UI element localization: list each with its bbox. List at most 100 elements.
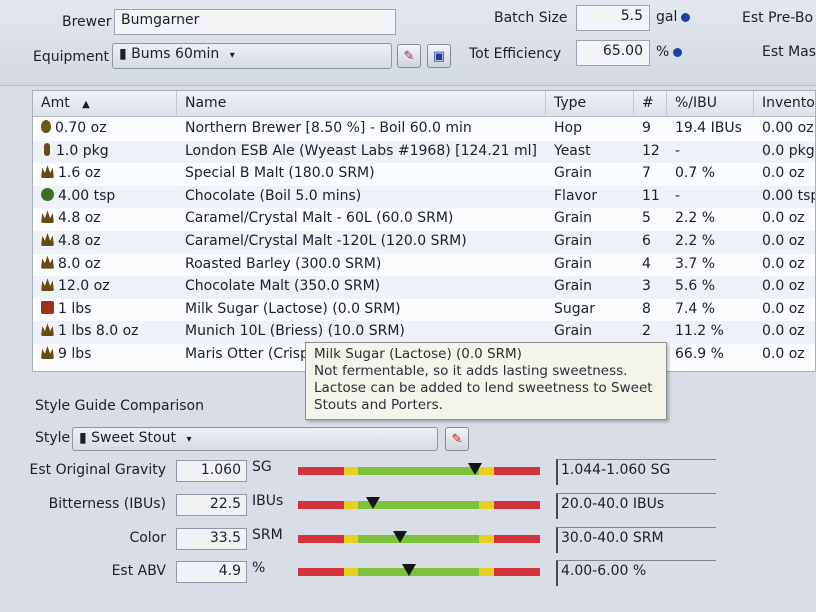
tooltip-title: Milk Sugar (Lactose) (0.0 SRM) (314, 346, 522, 362)
cell-inventory: 0.0 pkg (762, 142, 815, 159)
style-row-unit: % (252, 560, 266, 576)
cell-name: Caramel/Crystal Malt - 60L (60.0 SRM) (185, 210, 454, 227)
table-row[interactable]: 1.0 pkg London ESB Ale (Wyeast Labs #1968… (33, 140, 815, 164)
yeast-icon (44, 142, 50, 156)
style-row-value: 33.5 (176, 528, 247, 550)
unit-toggle-icon[interactable] (673, 47, 683, 57)
tooltip-line: Lactose can be added to lend sweetness t… (314, 380, 653, 396)
cell-number: 6 (642, 233, 651, 249)
cell-name: Munich 10L (Briess) (10.0 SRM) (185, 323, 405, 340)
column-header-amt[interactable]: Amt ▲ (41, 95, 90, 111)
edit-equipment-button[interactable]: ✎ (397, 44, 421, 68)
cell-type: Yeast (554, 142, 591, 159)
column-header-number[interactable]: # (642, 95, 654, 111)
unit-toggle-icon[interactable] (681, 12, 691, 22)
cell-inventory: 0.0 oz (762, 278, 805, 295)
ingredients-table: Amt ▲ Name Type # %/IBU Invento 0.70 oz N… (32, 90, 816, 372)
cell-number: 12 (642, 142, 660, 159)
amount-text: 4.8 oz (58, 233, 101, 249)
save-equipment-button[interactable]: ▣ (427, 44, 451, 68)
cell-type: Grain (554, 323, 592, 340)
amount-text: 0.70 oz (55, 120, 107, 136)
cell-type: Grain (554, 278, 592, 295)
style-value: Sweet Stout (91, 430, 176, 446)
cell-amt: 1 lbs 8.0 oz (41, 323, 139, 339)
tot-efficiency-label: Tot Efficiency (469, 46, 562, 62)
table-header: Amt ▲ Name Type # %/IBU Invento (33, 91, 815, 117)
grain-icon (41, 346, 54, 359)
cell-amt: 12.0 oz (41, 278, 110, 294)
tot-efficiency-input[interactable]: 65.00 (576, 40, 650, 66)
table-row[interactable]: 4.8 oz Caramel/Crystal Malt -120L (120.0 … (33, 231, 815, 254)
grain-icon (41, 323, 54, 337)
column-header-type[interactable]: Type (554, 95, 586, 111)
cell-amt: 8.0 oz (41, 255, 101, 272)
table-row[interactable]: 4.00 tsp Chocolate (Boil 5.0 mins) Flavor 1… (33, 185, 816, 209)
cell-pct-ibu: 66.9 % (675, 346, 724, 362)
cell-inventory: 0.0 oz (762, 346, 805, 362)
cell-number: 4 (642, 255, 651, 272)
batch-size-input[interactable]: 5.5 (576, 5, 650, 31)
cell-number: 2 (642, 323, 651, 340)
flavor-icon (41, 187, 54, 201)
save-icon: ▣ (432, 48, 446, 64)
cell-amt: 4.00 tsp (41, 187, 116, 204)
hop-icon (41, 120, 51, 133)
chevron-down-icon: ▾ (229, 50, 235, 61)
style-range-text: 4.00-6.00 % (556, 560, 716, 586)
cell-number: 8 (642, 300, 651, 317)
cell-amt: 1.0 pkg (41, 142, 109, 159)
table-row[interactable]: 4.8 oz Caramel/Crystal Malt - 60L (60.0 S… (33, 208, 815, 231)
cell-inventory: 0.0 oz (762, 210, 805, 227)
cell-pct-ibu: 0.7 % (675, 165, 716, 182)
table-row[interactable]: 12.0 oz Chocolate Malt (350.0 SRM) Grain 3 5… (33, 276, 815, 299)
table-row[interactable]: 1 lbs Milk Sugar (Lactose) (0.0 SRM) Sugar… (33, 299, 815, 322)
style-row-label: Est Original Gravity (29, 462, 166, 478)
cell-pct-ibu: 2.2 % (675, 233, 716, 249)
cell-name: Roasted Barley (300.0 SRM) (185, 255, 382, 272)
glass-icon: ▮ (79, 430, 87, 446)
cell-name: Chocolate Malt (350.0 SRM) (185, 278, 381, 295)
cell-type: Grain (554, 165, 592, 182)
recipe-header: Brewer Bumgarner Equipment ▮ Bums 60min … (0, 0, 816, 86)
cell-pct-ibu: 11.2 % (675, 323, 724, 340)
equipment-label: Equipment (33, 49, 109, 65)
table-row[interactable]: 1 lbs 8.0 oz Munich 10L (Briess) (10.0 SR… (33, 321, 815, 344)
style-row-value: 22.5 (176, 494, 247, 516)
brewer-input[interactable]: Bumgarner (114, 9, 396, 35)
column-header-pct-ibu[interactable]: %/IBU (675, 95, 717, 111)
amount-text: 9 lbs (58, 346, 92, 362)
style-range-text: 30.0-40.0 SRM (556, 527, 716, 553)
edit-style-button[interactable]: ✎ (445, 427, 469, 451)
table-row[interactable]: 8.0 oz Roasted Barley (300.0 SRM) Grain 4 3.… (33, 254, 815, 277)
table-row[interactable]: 1.6 oz Special B Malt (180.0 SRM) Grain 7 0.… (33, 163, 815, 186)
cell-pct-ibu: - (675, 142, 681, 159)
style-row-unit: SRM (252, 527, 283, 543)
style-range-bar (298, 535, 540, 543)
cell-inventory: 0.00 tsp (762, 187, 816, 204)
grain-icon (41, 278, 54, 292)
brewer-label: Brewer (62, 14, 112, 30)
column-header-name[interactable]: Name (185, 95, 226, 111)
grain-icon (41, 233, 54, 246)
equipment-value: Bums 60min (131, 46, 220, 62)
style-row-label: Bitterness (IBUs) (48, 496, 166, 512)
amount-text: 1 lbs (58, 300, 92, 317)
table-row[interactable]: 0.70 oz Northern Brewer [8.50 %] - Boil 6… (33, 118, 815, 141)
style-range-bar (298, 568, 540, 576)
cell-name: London ESB Ale (Wyeast Labs #1968) [124.… (185, 142, 538, 159)
cell-amt: 9 lbs (41, 346, 91, 362)
cell-number: 9 (642, 120, 651, 136)
cell-pct-ibu: 7.4 % (675, 300, 716, 317)
cell-pct-ibu: 2.2 % (675, 210, 716, 227)
column-header-inventory[interactable]: Invento (762, 95, 815, 111)
style-select[interactable]: ▮ Sweet Stout ▾ (72, 427, 438, 451)
cell-type: Flavor (554, 187, 598, 204)
style-value-marker (467, 463, 482, 475)
equipment-select[interactable]: ▮ Bums 60min ▾ (112, 43, 392, 69)
amount-text: 8.0 oz (58, 255, 101, 272)
amount-text: 4.00 tsp (58, 187, 116, 204)
grain-icon (41, 255, 54, 269)
cell-pct-ibu: 3.7 % (675, 255, 716, 272)
cell-number: 5 (642, 210, 651, 227)
